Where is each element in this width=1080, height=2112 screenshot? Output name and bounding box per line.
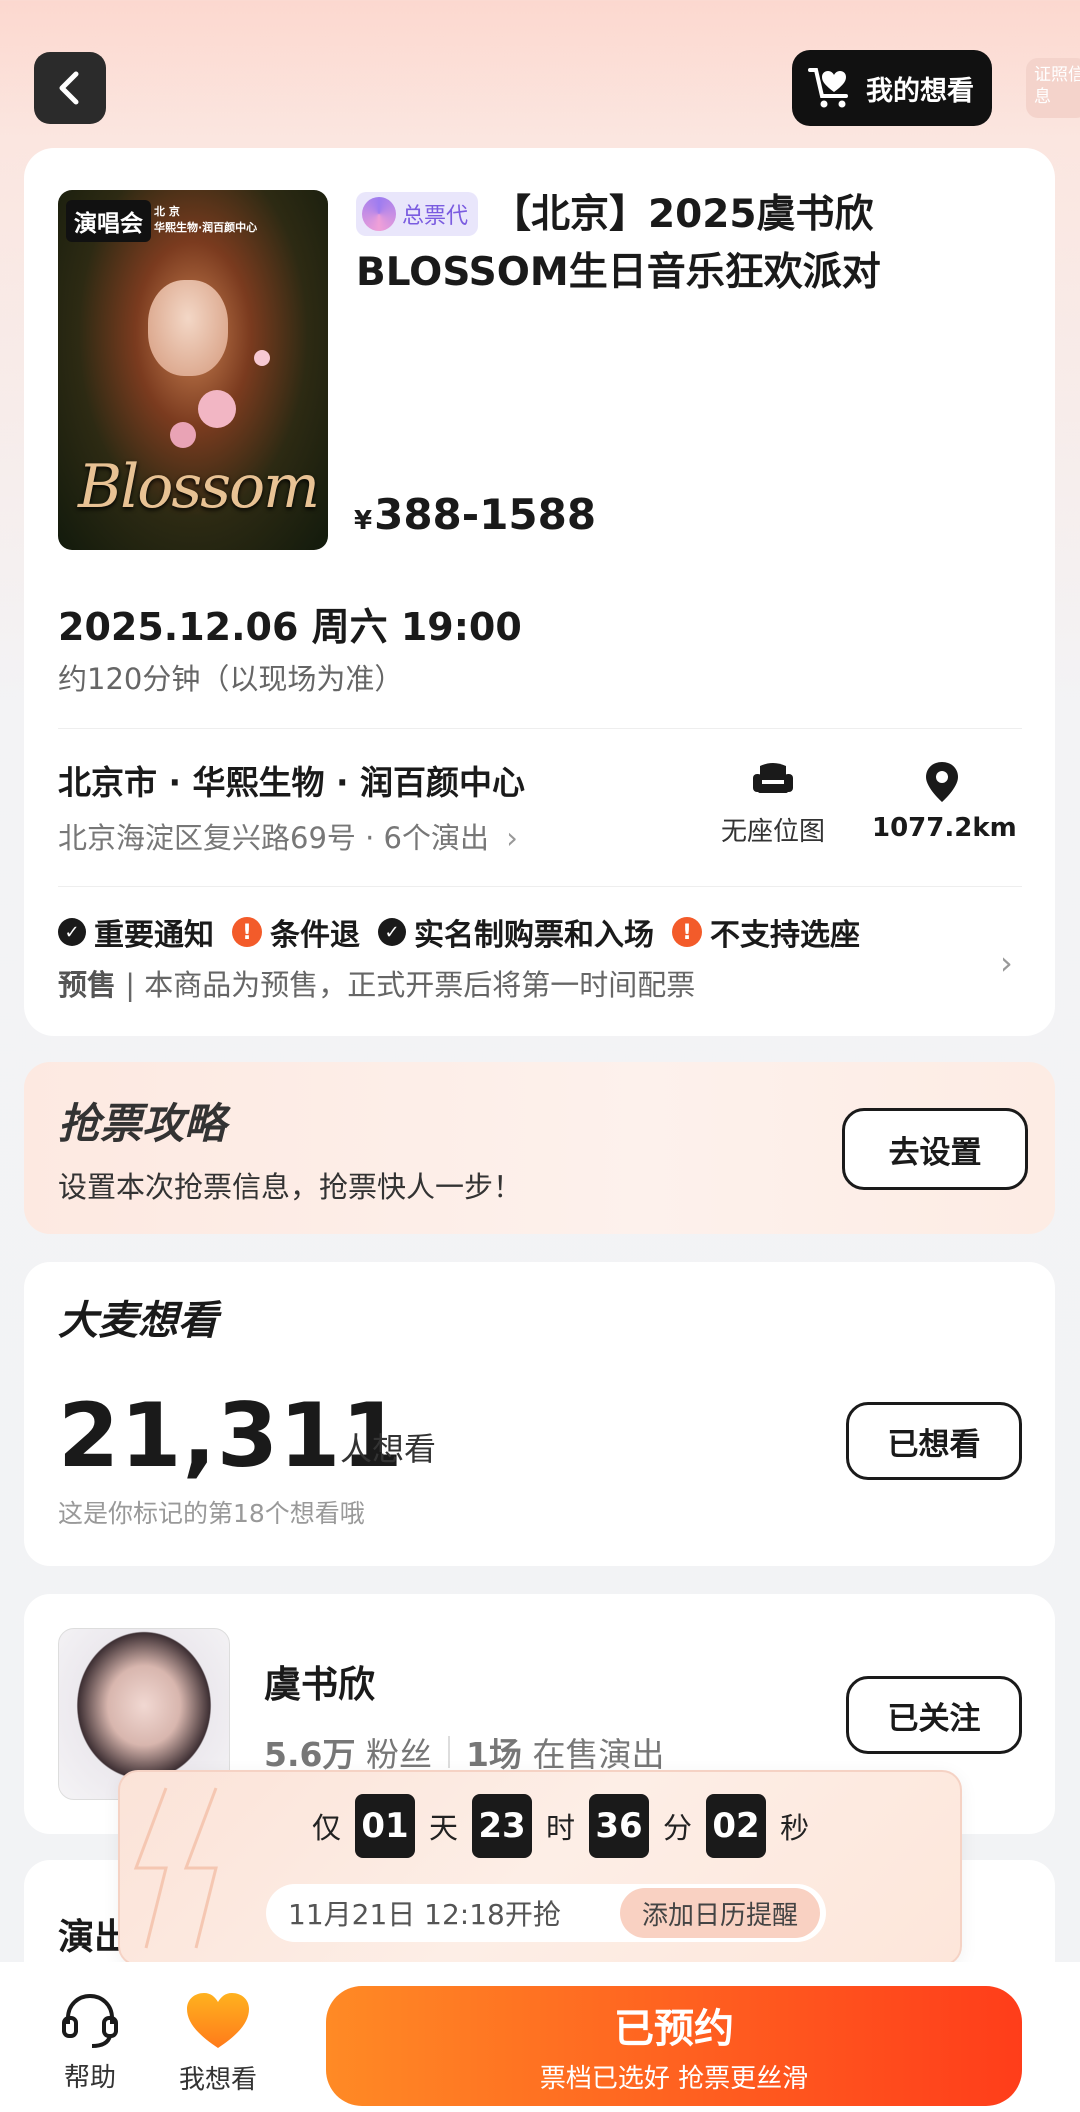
artist-name: 虞书欣 [264, 1663, 375, 1706]
notice-item: ! 条件退 [232, 910, 360, 954]
reserve-button[interactable]: 已预约 票档已选好 抢票更丝滑 [326, 1986, 1022, 2106]
countdown-minutes: 36 [589, 1794, 650, 1858]
poster-subtitle: 北 京 华熙生物·润百颜中心 [154, 205, 258, 234]
venue-name[interactable]: 北京市 · 华熙生物 · 润百颜中心 [58, 756, 525, 804]
poster-flower [198, 390, 236, 428]
event-poster[interactable]: 演唱会 北 京 华熙生物·润百颜中心 Blossom [58, 190, 328, 550]
distance-value: 1077.2km [872, 813, 1017, 843]
strategy-subtitle: 设置本次抢票信息，抢票快人一步！ [58, 1170, 523, 1204]
headset-icon [62, 1993, 118, 2048]
want-title: 大麦想看 [58, 1298, 218, 1344]
countdown-timer: 仅 01 天 23 时 36 分 02 秒 [312, 1794, 809, 1858]
poster-flower [254, 350, 270, 366]
want-count-unit: 人想看 [340, 1430, 437, 1468]
countdown-days: 01 [355, 1794, 416, 1858]
shows-count: 1场 [465, 1735, 522, 1774]
add-calendar-button[interactable]: 添加日历提醒 [619, 1888, 820, 1938]
artist-stats: 5.6万 粉丝 1场 在售演出 [264, 1728, 664, 1776]
license-info-button[interactable]: 证照信息 [1026, 58, 1080, 118]
presale-tag: 预售 [58, 968, 117, 1002]
cart-heart-icon [808, 68, 848, 108]
poster-category-tag: 演唱会 [66, 200, 151, 242]
notice-item: ✓ 实名制购票和入场 [378, 910, 654, 954]
presale-text: | 本商品为预售，正式开票后将第一时间配票 [116, 968, 696, 1002]
price-value: 388-1588 [374, 490, 597, 539]
fans-label: 粉丝 [365, 1735, 432, 1774]
wanted-button[interactable]: 已想看 [846, 1402, 1022, 1480]
notice-item: ! 不支持选座 [672, 910, 860, 954]
poster-face [148, 280, 228, 376]
warning-circle-icon: ! [672, 917, 702, 947]
venue-address[interactable]: 北京海淀区复兴路69号 · 6个演出 › [58, 815, 518, 857]
stats-divider [447, 1736, 450, 1768]
go-setup-button[interactable]: 去设置 [842, 1108, 1028, 1190]
presale-notice: 预售 | 本商品为预售，正式开票后将第一时间配票 [58, 962, 695, 1004]
help-button[interactable]: 帮助 [40, 1990, 140, 2094]
shows-label: 在售演出 [532, 1735, 665, 1774]
price-currency: ¥ [354, 506, 373, 536]
my-want-label: 我的想看 [866, 75, 974, 107]
seat-map-label: 无座位图 [720, 817, 825, 847]
seconds-label: 秒 [780, 1811, 810, 1845]
chevron-left-icon [59, 71, 79, 105]
check-circle-icon: ✓ [58, 918, 86, 946]
lightning-decoration-icon [133, 1787, 218, 1949]
my-want-tab-label: 我想看 [178, 2065, 257, 2095]
fans-count: 5.6万 [264, 1735, 356, 1774]
heart-icon [187, 1993, 249, 2048]
agency-badge: 总票代 [356, 192, 479, 236]
countdown-seconds: 02 [706, 1794, 767, 1858]
notice-label: 实名制购票和入场 [414, 918, 654, 953]
agency-logo-icon [362, 197, 396, 231]
divider [58, 728, 1022, 729]
want-subtext: 这是你标记的第18个想看哦 [58, 1499, 365, 1528]
warning-circle-icon: ! [232, 917, 262, 947]
my-want-tab[interactable]: 我想看 [168, 1990, 268, 2096]
days-label: 天 [429, 1811, 459, 1845]
reserve-main-label: 已预约 [614, 2006, 734, 2052]
notice-label: 条件退 [270, 918, 360, 953]
seat-map-button[interactable]: 无座位图 [714, 760, 832, 848]
event-datetime: 2025.12.06 周六 19:00 [58, 605, 522, 649]
price-range: ¥388-1588 [354, 490, 596, 539]
hours-label: 时 [546, 1811, 576, 1845]
sale-open-text: 11月21日 12:18开抢 [288, 1898, 561, 1931]
distance-button[interactable]: 1077.2km [872, 760, 1017, 843]
chevron-right-icon[interactable]: › [1000, 944, 1013, 982]
back-button[interactable] [34, 52, 106, 124]
notice-label: 不支持选座 [710, 918, 860, 953]
chevron-right-icon: › [506, 821, 518, 855]
notice-label: 重要通知 [94, 918, 214, 953]
countdown-prefix: 仅 [312, 1811, 342, 1845]
venue-address-text: 北京海淀区复兴路69号 · 6个演出 [58, 821, 490, 855]
notice-item: ✓ 重要通知 [58, 910, 214, 954]
sale-open-time: 11月21日 12:18开抢 添加日历提醒 [266, 1884, 826, 1942]
seat-icon [753, 763, 793, 793]
countdown-panel: 仅 01 天 23 时 36 分 02 秒 11月21日 12:18开抢 添加日… [118, 1770, 962, 1966]
strategy-title: 抢票攻略 [58, 1099, 227, 1148]
help-label: 帮助 [63, 2063, 116, 2093]
event-duration: 约120分钟（以现场为准） [58, 662, 404, 696]
location-pin-icon [926, 762, 958, 802]
reserve-sub-label: 票档已选好 抢票更丝滑 [539, 2064, 809, 2094]
notice-row[interactable]: ✓ 重要通知 ! 条件退 ✓ 实名制购票和入场 ! 不支持选座 [58, 910, 860, 954]
poster-flower [170, 422, 196, 448]
follow-button[interactable]: 已关注 [846, 1676, 1022, 1754]
minutes-label: 分 [663, 1811, 693, 1845]
my-want-button[interactable]: 我的想看 [792, 50, 992, 126]
poster-logo-text: Blossom [78, 452, 320, 522]
divider [58, 886, 1022, 887]
check-circle-icon: ✓ [378, 918, 406, 946]
countdown-hours: 23 [472, 1794, 533, 1858]
agency-badge-label: 总票代 [402, 204, 469, 229]
